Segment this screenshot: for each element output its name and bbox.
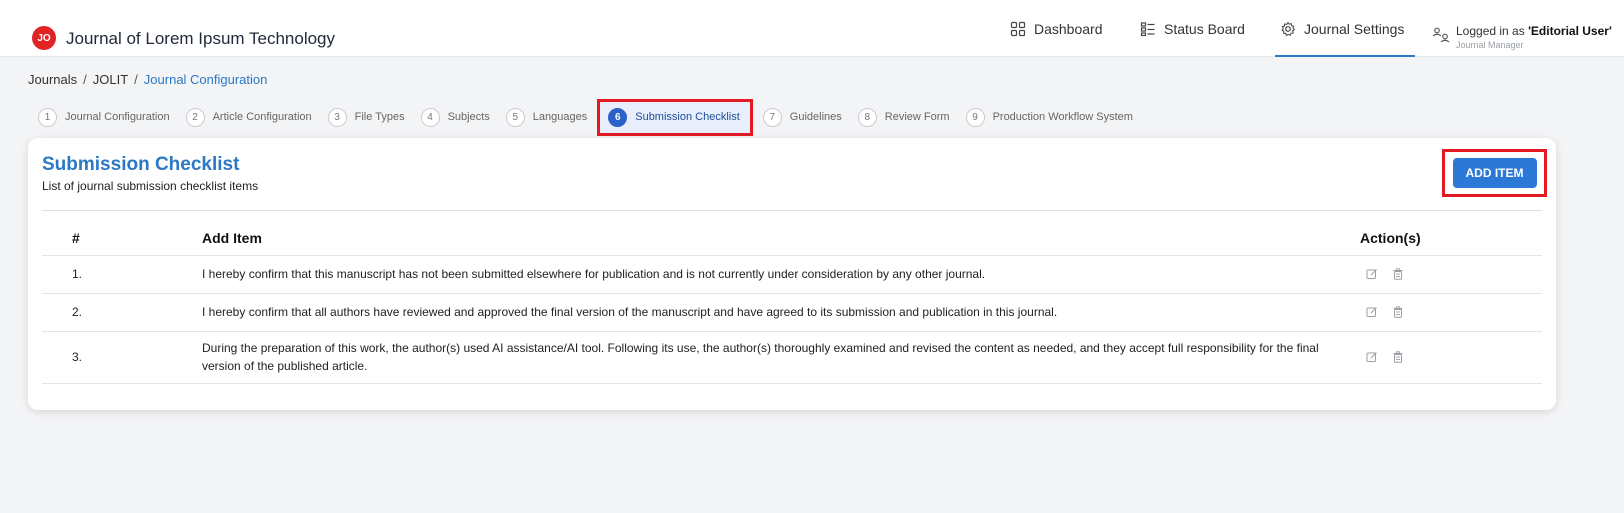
logged-in-as: Logged in as 'Editorial User' (1456, 24, 1612, 38)
step-languages[interactable]: 5 Languages (505, 107, 588, 127)
logged-in-prefix: Logged in as (1456, 24, 1529, 38)
step-label: Submission Checklist (635, 111, 740, 123)
step-label: Review Form (884, 111, 950, 123)
active-nav-indicator (1275, 55, 1415, 57)
step-article-configuration[interactable]: 2 Article Configuration (185, 107, 312, 127)
column-header-actions: Action(s) (1352, 222, 1542, 256)
edit-icon[interactable] (1366, 306, 1378, 318)
row-actions (1352, 255, 1542, 294)
column-header-number: # (42, 222, 202, 256)
table-row: 1. I hereby confirm that this manuscript… (42, 255, 1542, 294)
step-label: Journal Configuration (65, 111, 170, 123)
step-number: 8 (857, 107, 877, 127)
step-review-form[interactable]: 8 Review Form (857, 107, 950, 127)
breadcrumb-separator: / (83, 72, 87, 87)
config-stepper: 1 Journal Configuration 2 Article Configur… (38, 98, 1149, 136)
checklist-table: # Add Item Action(s) 1. I hereby confirm… (42, 222, 1542, 384)
row-text: I hereby confirm that this manuscript ha… (202, 255, 1352, 294)
row-number: 2. (42, 293, 202, 332)
edit-icon[interactable] (1366, 268, 1378, 280)
nav-dashboard[interactable]: Dashboard (1010, 0, 1103, 57)
nav-dashboard-label: Dashboard (1034, 20, 1103, 37)
step-guidelines[interactable]: 7 Guidelines (762, 107, 842, 127)
journal-logo[interactable]: JO (32, 26, 56, 50)
step-number: 3 (327, 107, 347, 127)
step-number: 7 (762, 107, 782, 127)
step-number: 9 (965, 107, 985, 127)
user-name: 'Editorial User' (1528, 24, 1612, 38)
nav-journal-settings-label: Journal Settings (1304, 20, 1405, 37)
card-subtitle: List of journal submission checklist ite… (42, 179, 259, 193)
step-label: Guidelines (789, 111, 842, 123)
table-row: 2. I hereby confirm that all authors hav… (42, 293, 1542, 332)
step-subjects[interactable]: 4 Subjects (420, 107, 490, 127)
row-actions (1352, 331, 1542, 384)
delete-icon[interactable] (1392, 268, 1404, 280)
table-header-row: # Add Item Action(s) (42, 222, 1542, 256)
step-number: 1 (38, 107, 57, 127)
step-number: 2 (185, 107, 205, 127)
edit-icon[interactable] (1366, 351, 1378, 363)
user-switch-icon[interactable] (1432, 26, 1450, 44)
step-number: 6 (608, 107, 628, 127)
delete-icon[interactable] (1392, 306, 1404, 318)
top-bar: JO Journal of Lorem Ipsum Technology Das… (0, 0, 1624, 57)
step-label: Production Workflow System (992, 111, 1133, 123)
row-number: 3. (42, 331, 202, 384)
step-label: Article Configuration (212, 111, 312, 123)
step-number: 5 (505, 107, 525, 127)
step-production-workflow-system[interactable]: 9 Production Workflow System (965, 107, 1133, 127)
user-role: Journal Manager (1456, 40, 1524, 50)
step-label: File Types (354, 111, 405, 123)
delete-icon[interactable] (1392, 351, 1404, 363)
row-text: During the preparation of this work, the… (202, 331, 1352, 384)
breadcrumb-journals[interactable]: Journals (28, 72, 77, 87)
nav-journal-settings[interactable]: Journal Settings (1280, 0, 1404, 57)
gear-icon (1281, 21, 1296, 36)
column-header-add-item: Add Item (202, 222, 1352, 256)
breadcrumb: Journals / JOLIT / Journal Configuration (28, 72, 267, 87)
step-label: Subjects (447, 111, 490, 123)
add-item-highlight: ADD ITEM (1442, 149, 1547, 197)
row-number: 1. (42, 255, 202, 294)
step-number: 4 (420, 107, 440, 127)
row-actions (1352, 293, 1542, 332)
card-title: Submission Checklist (42, 154, 240, 175)
step-file-types[interactable]: 3 File Types (327, 107, 405, 127)
submission-checklist-card: Submission Checklist List of journal sub… (28, 138, 1556, 410)
step-journal-configuration[interactable]: 1 Journal Configuration (38, 107, 170, 127)
step-label: Languages (532, 111, 588, 123)
row-text: I hereby confirm that all authors have r… (202, 293, 1352, 332)
table-row: 3. During the preparation of this work, … (42, 331, 1542, 384)
breadcrumb-separator: / (134, 72, 138, 87)
nav-status-board[interactable]: Status Board (1140, 0, 1245, 57)
divider (42, 210, 1542, 211)
breadcrumb-jolit[interactable]: JOLIT (93, 72, 128, 87)
app-title[interactable]: Journal of Lorem Ipsum Technology (66, 29, 335, 49)
step-submission-checklist[interactable]: 6 Submission Checklist (597, 98, 753, 136)
add-item-button[interactable]: ADD ITEM (1452, 158, 1537, 188)
nav-status-board-label: Status Board (1164, 20, 1245, 37)
grid-icon (1010, 21, 1026, 36)
breadcrumb-current: Journal Configuration (143, 72, 268, 87)
board-icon (1140, 21, 1155, 36)
